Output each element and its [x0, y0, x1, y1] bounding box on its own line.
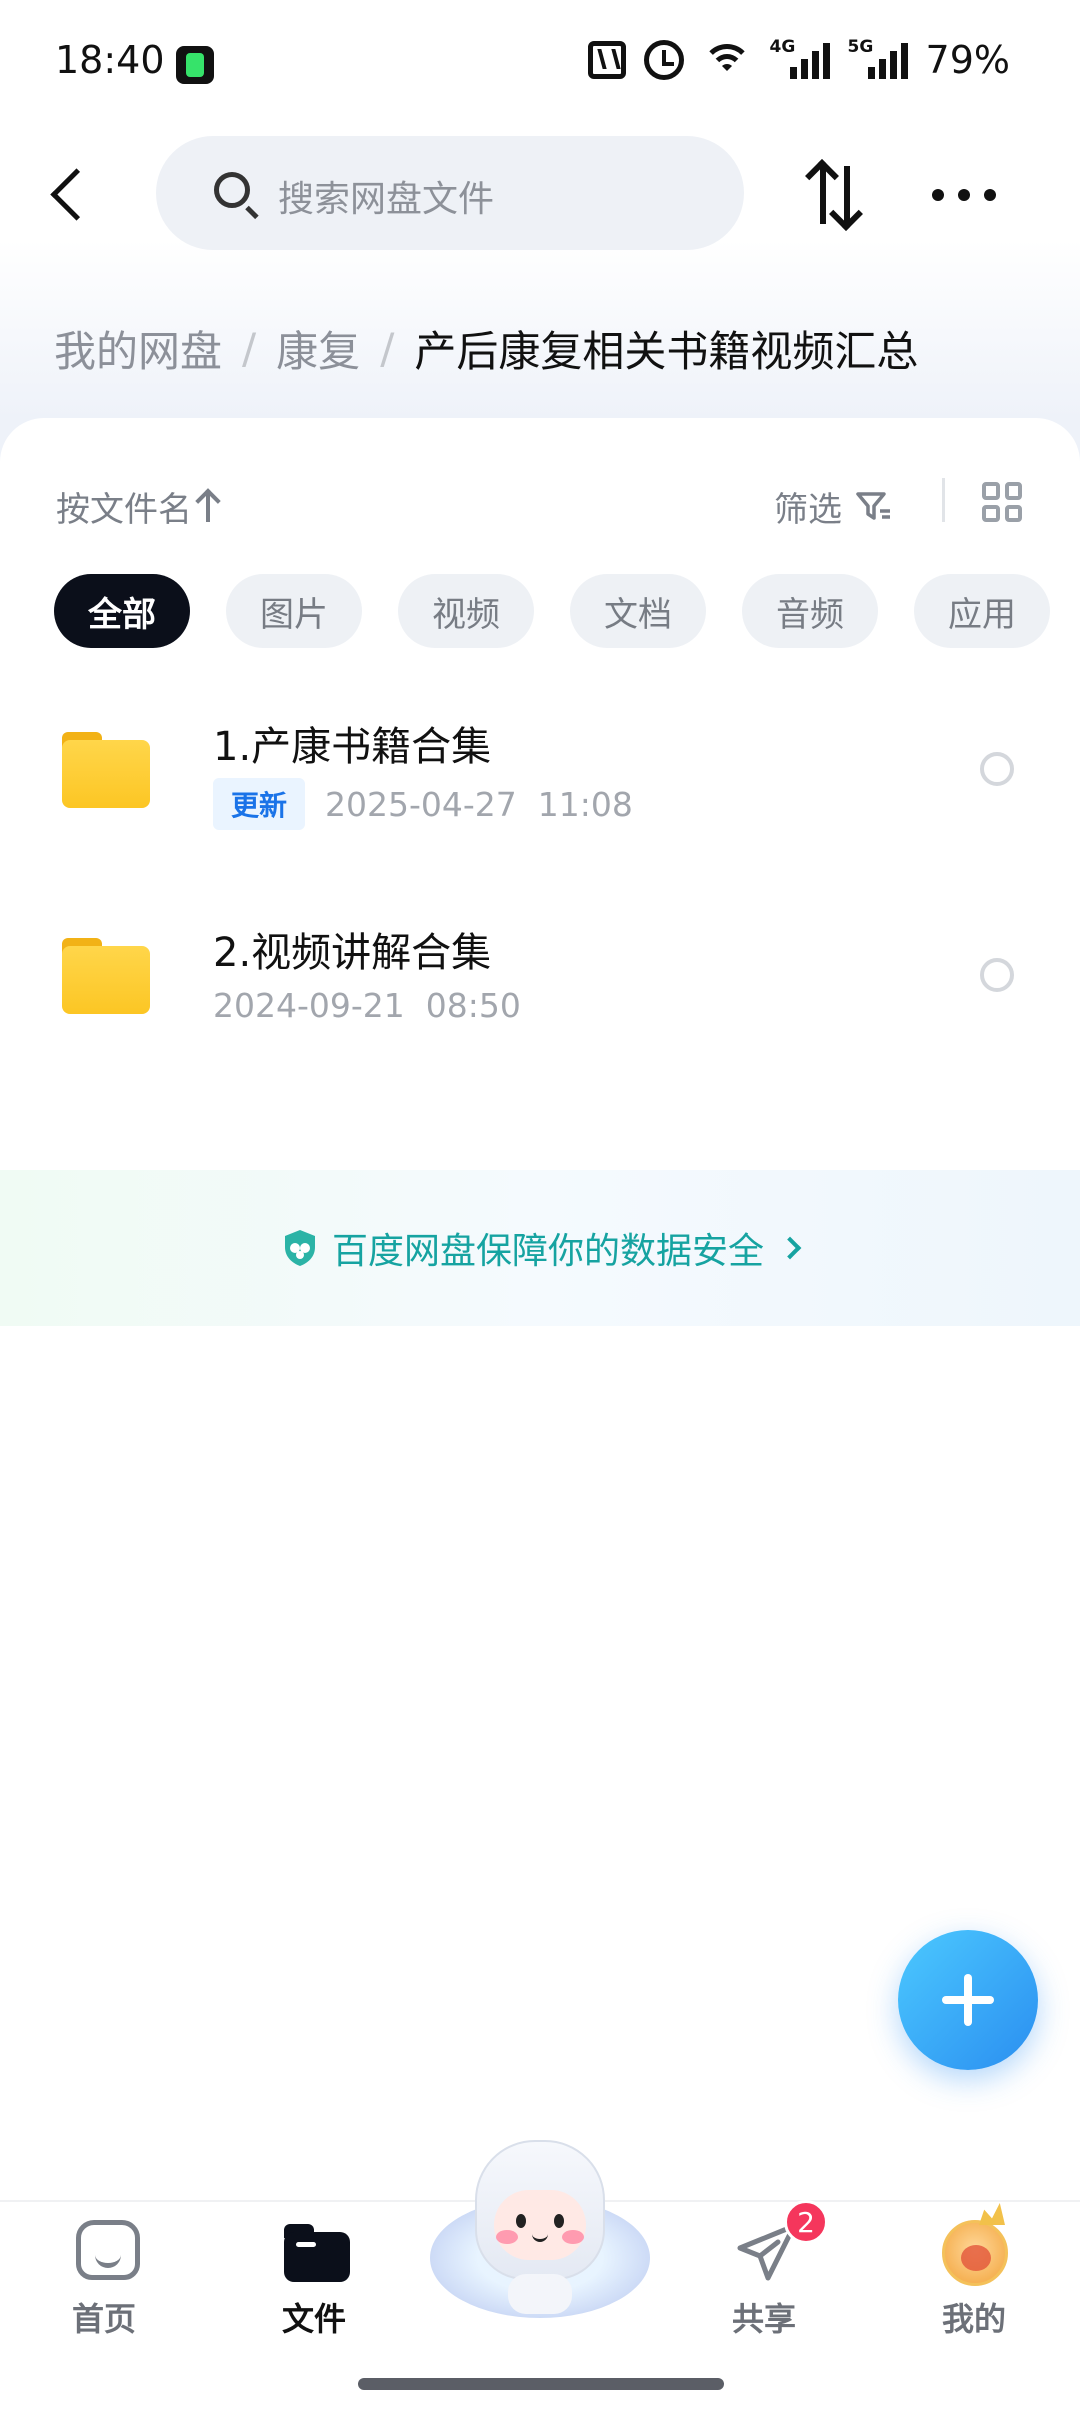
transfer-icon[interactable]	[806, 160, 866, 230]
file-row[interactable]: 1.产康书籍合集 更新 2025-04-27 11:08	[0, 672, 1080, 872]
add-button[interactable]	[898, 1930, 1038, 2070]
network-4g-label: 4G	[769, 37, 796, 57]
security-banner[interactable]: 百度网盘保障你的数据安全	[0, 1170, 1080, 1326]
filter-button[interactable]: 筛选	[774, 482, 892, 531]
nav-home[interactable]: 首页	[34, 2220, 174, 2350]
mascot-button[interactable]	[430, 2140, 650, 2320]
breadcrumb-separator: /	[380, 324, 395, 373]
chip-images[interactable]: 图片	[226, 574, 362, 648]
chip-apps[interactable]: 应用	[914, 574, 1050, 648]
nav-files[interactable]: 文件	[244, 2220, 384, 2350]
file-date: 2024-09-21 08:50	[213, 986, 521, 1025]
signal-5g-icon: 5G	[848, 37, 908, 79]
category-chips: 全部 图片 视频 文档 音频 应用	[54, 574, 1050, 648]
search-placeholder: 搜索网盘文件	[278, 179, 495, 220]
folder-icon	[62, 938, 150, 1014]
sort-label: 按文件名	[56, 490, 192, 530]
nav-files-label: 文件	[281, 2300, 346, 2338]
chip-all[interactable]: 全部	[54, 574, 190, 648]
status-bar: 18:40 4G 5G 79%	[0, 0, 1080, 130]
chip-documents[interactable]: 文档	[570, 574, 706, 648]
file-meta: 2024-09-21 08:50	[213, 986, 521, 1025]
update-badge: 更新	[213, 778, 306, 830]
search-icon	[214, 172, 250, 208]
status-time: 18:40	[55, 38, 165, 82]
filter-label: 筛选	[774, 490, 842, 530]
folder-icon	[284, 2224, 350, 2282]
shield-icon	[282, 1228, 318, 1268]
breadcrumb: 我的网盘 / 康复 / 产后康复相关书籍视频汇总	[54, 318, 918, 379]
chip-audio[interactable]: 音频	[742, 574, 878, 648]
sort-ascending-icon	[206, 491, 210, 522]
wifi-icon	[701, 40, 752, 80]
nav-home-label: 首页	[71, 2300, 136, 2338]
chevron-right-icon	[778, 1236, 802, 1260]
search-input[interactable]: 搜索网盘文件	[156, 136, 744, 250]
home-icon	[76, 2220, 140, 2280]
select-radio[interactable]	[980, 958, 1014, 992]
alarm-icon	[643, 40, 684, 80]
breadcrumb-item-parent[interactable]: 康复	[276, 318, 360, 379]
sort-by-name-button[interactable]: 按文件名	[56, 482, 210, 531]
breadcrumb-item-current: 产后康复相关书籍视频汇总	[414, 327, 919, 376]
folder-icon	[62, 732, 150, 808]
filter-icon	[856, 491, 892, 523]
avatar	[942, 2220, 1008, 2286]
nfc-icon	[587, 41, 626, 79]
file-meta: 更新 2025-04-27 11:08	[213, 778, 633, 830]
security-text: 百度网盘保障你的数据安全	[331, 1231, 764, 1272]
nav-share-label: 共享	[731, 2300, 796, 2338]
chip-videos[interactable]: 视频	[398, 574, 534, 648]
home-indicator[interactable]	[358, 2378, 724, 2390]
signal-4g-icon: 4G	[770, 37, 830, 79]
nav-mine-label: 我的	[941, 2300, 1006, 2338]
select-radio[interactable]	[980, 752, 1014, 786]
breadcrumb-separator: /	[242, 324, 257, 373]
file-row[interactable]: 2.视频讲解合集 2024-09-21 08:50	[0, 878, 1080, 1078]
back-button[interactable]	[38, 150, 98, 240]
file-name: 1.产康书籍合集	[213, 724, 492, 770]
breadcrumb-item-root[interactable]: 我的网盘	[54, 318, 222, 379]
grid-view-icon[interactable]	[982, 482, 1022, 522]
more-options-icon[interactable]	[932, 180, 996, 210]
nav-mine[interactable]: 我的	[904, 2220, 1044, 2350]
file-date: 2025-04-27 11:08	[325, 784, 633, 824]
status-icons: 4G 5G 79%	[587, 37, 1010, 82]
battery-level: 79%	[925, 38, 1010, 82]
music-app-icon	[176, 46, 214, 84]
network-5g-label: 5G	[847, 37, 874, 57]
toolbar-divider	[942, 478, 945, 522]
file-name: 2.视频讲解合集	[213, 930, 492, 976]
notification-badge: 2	[784, 2200, 828, 2244]
